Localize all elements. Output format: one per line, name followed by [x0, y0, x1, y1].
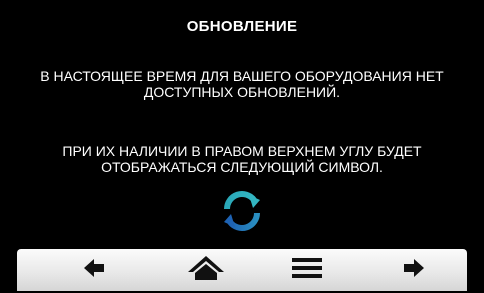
- update-symbol-info-message: ПРИ ИХ НАЛИЧИИ В ПРАВОМ ВЕРХНЕМ УГЛУ БУД…: [62, 143, 422, 175]
- back-button[interactable]: [60, 249, 130, 291]
- next-button[interactable]: [378, 249, 448, 291]
- bottom-navigation-bar: [17, 249, 467, 291]
- sync-arrows-icon: [218, 187, 266, 235]
- update-screen: ОБНОВЛЕНИЕ В НАСТОЯЩЕЕ ВРЕМЯ ДЛЯ ВАШЕГО …: [0, 0, 484, 293]
- menu-button[interactable]: [272, 249, 342, 291]
- arrow-left-icon: [84, 258, 106, 282]
- arrow-right-icon: [402, 258, 424, 282]
- home-button[interactable]: [171, 249, 241, 291]
- home-icon: [188, 255, 224, 285]
- page-title: ОБНОВЛЕНИЕ: [186, 18, 298, 35]
- no-updates-message: В НАСТОЯЩЕЕ ВРЕМЯ ДЛЯ ВАШЕГО ОБОРУДОВАНИ…: [40, 68, 444, 100]
- menu-icon: [292, 257, 322, 283]
